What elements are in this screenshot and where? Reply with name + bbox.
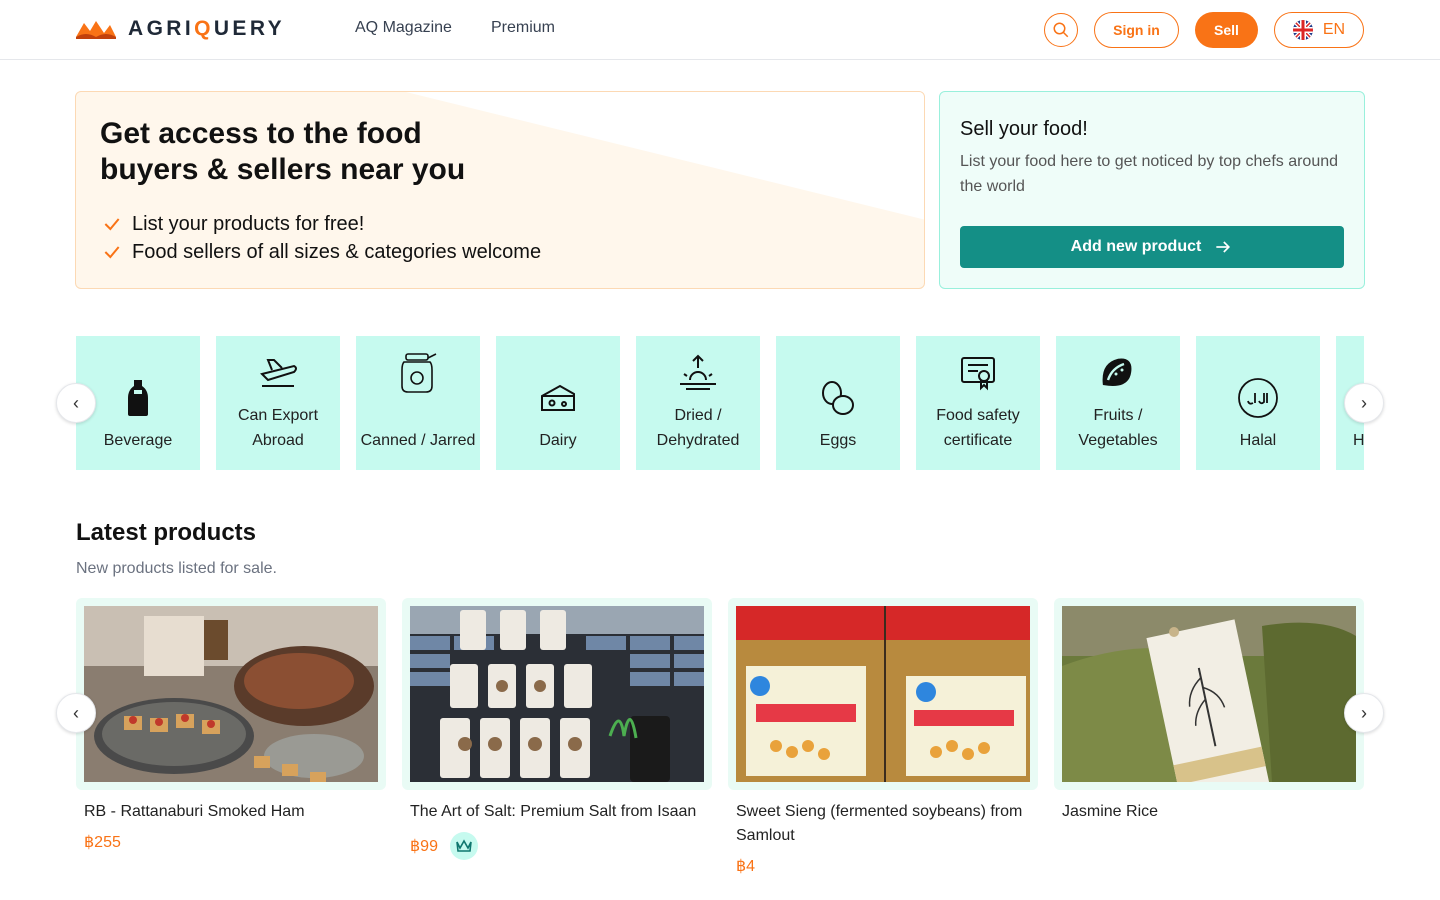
add-new-product-button[interactable]: Add new product (960, 226, 1344, 268)
product-card[interactable]: Jasmine Rice (1054, 598, 1364, 824)
eggs-icon (816, 376, 860, 420)
category-can-export-abroad[interactable]: Can Export Abroad (216, 336, 340, 470)
crown-icon (456, 839, 472, 852)
product-image-frame (76, 598, 386, 790)
category-eggs[interactable]: Eggs (776, 336, 900, 470)
check-icon (104, 218, 120, 231)
category-food-safety-certificate[interactable]: Food safety certificate (916, 336, 1040, 470)
category-carousel: Beverage Can Export Abroad Canned / Jarr… (76, 336, 1364, 470)
category-dried-dehydrated[interactable]: Dried / Dehydrated (636, 336, 760, 470)
chevron-left-icon: ‹ (73, 392, 79, 413)
arrow-right-icon (1216, 241, 1231, 253)
language-label: EN (1322, 21, 1346, 38)
product-price: ฿99 (402, 832, 712, 860)
chevron-right-icon: › (1361, 392, 1367, 413)
product-name: Sweet Sieng (fermented soybeans) from Sa… (736, 803, 1023, 844)
nav-premium[interactable]: Premium (491, 19, 555, 37)
search-button[interactable] (1044, 13, 1078, 47)
search-icon (1053, 22, 1069, 38)
cheese-icon (536, 376, 580, 420)
product-image-jasmine-rice (1062, 606, 1356, 805)
bottle-icon (116, 376, 160, 420)
uk-flag-icon (1292, 20, 1313, 40)
product-image-salt (410, 606, 704, 782)
product-image-frame (1054, 598, 1364, 805)
product-image-fermented-soybeans (736, 606, 1030, 782)
logo-mark-icon (76, 21, 116, 39)
category-canned-jarred[interactable]: Canned / Jarred (356, 336, 480, 470)
brand-name: AGRIQUERY (128, 17, 286, 40)
check-icon (104, 246, 120, 259)
latest-products-subtitle: New products listed for sale. (76, 560, 277, 577)
sell-card-description: List your food here to get noticed by to… (960, 153, 1339, 195)
product-name: RB - Rattanaburi Smoked Ham (84, 803, 305, 820)
product-price: ฿4 (736, 858, 756, 875)
chevron-left-icon: ‹ (73, 702, 79, 723)
sun-icon (676, 350, 720, 394)
product-name: Jasmine Rice (1062, 803, 1159, 820)
hero-benefit-item: List your products for free! (102, 210, 541, 238)
products-next-button[interactable]: › (1344, 693, 1384, 733)
hero-banner: Get access to the food buyers & sellers … (75, 91, 925, 289)
category-next-button[interactable]: › (1344, 383, 1384, 423)
product-image-frame (728, 598, 1038, 790)
hero-title: Get access to the food buyers & sellers … (100, 117, 466, 186)
category-dairy[interactable]: Dairy (496, 336, 620, 470)
product-price: ฿255 (84, 834, 121, 851)
halal-icon (1236, 376, 1280, 420)
latest-products-title: Latest products (76, 519, 257, 546)
fruit-icon (1096, 350, 1140, 394)
premium-badge (449, 832, 478, 860)
products-prev-button[interactable]: ‹ (56, 693, 96, 733)
category-fruits-vegetables[interactable]: Fruits / Vegetables (1056, 336, 1180, 470)
top-header: AGRIQUERY AQ Magazine Premium Sign in Se… (0, 0, 1440, 60)
product-card[interactable]: Sweet Sieng (fermented soybeans) from Sa… (728, 598, 1038, 876)
product-name: The Art of Salt: Premium Salt from Isaan (410, 803, 697, 820)
sell-card-title: Sell your food! (960, 118, 1088, 140)
hero-benefit-item: Food sellers of all sizes & categories w… (102, 238, 541, 266)
sign-in-button[interactable]: Sign in (1094, 12, 1179, 48)
plane-icon (256, 350, 300, 394)
jar-icon (396, 350, 440, 394)
certificate-icon (956, 350, 1000, 394)
product-image-smoked-ham (84, 606, 378, 782)
nav-aq-magazine[interactable]: AQ Magazine (355, 19, 452, 37)
product-image-frame (402, 598, 712, 790)
sell-food-card: Sell your food! List your food here to g… (939, 91, 1365, 289)
brand-logo[interactable]: AGRIQUERY (76, 17, 285, 41)
hero-benefits-list: List your products for free! Food seller… (102, 210, 541, 266)
category-halal[interactable]: Halal (1196, 336, 1320, 470)
product-card[interactable]: RB - Rattanaburi Smoked Ham ฿255 (76, 598, 386, 852)
chevron-right-icon: › (1361, 702, 1367, 723)
language-selector[interactable]: EN (1274, 12, 1364, 48)
product-card[interactable]: The Art of Salt: Premium Salt from Isaan… (402, 598, 712, 860)
category-prev-button[interactable]: ‹ (56, 383, 96, 423)
sell-button[interactable]: Sell (1195, 12, 1258, 48)
